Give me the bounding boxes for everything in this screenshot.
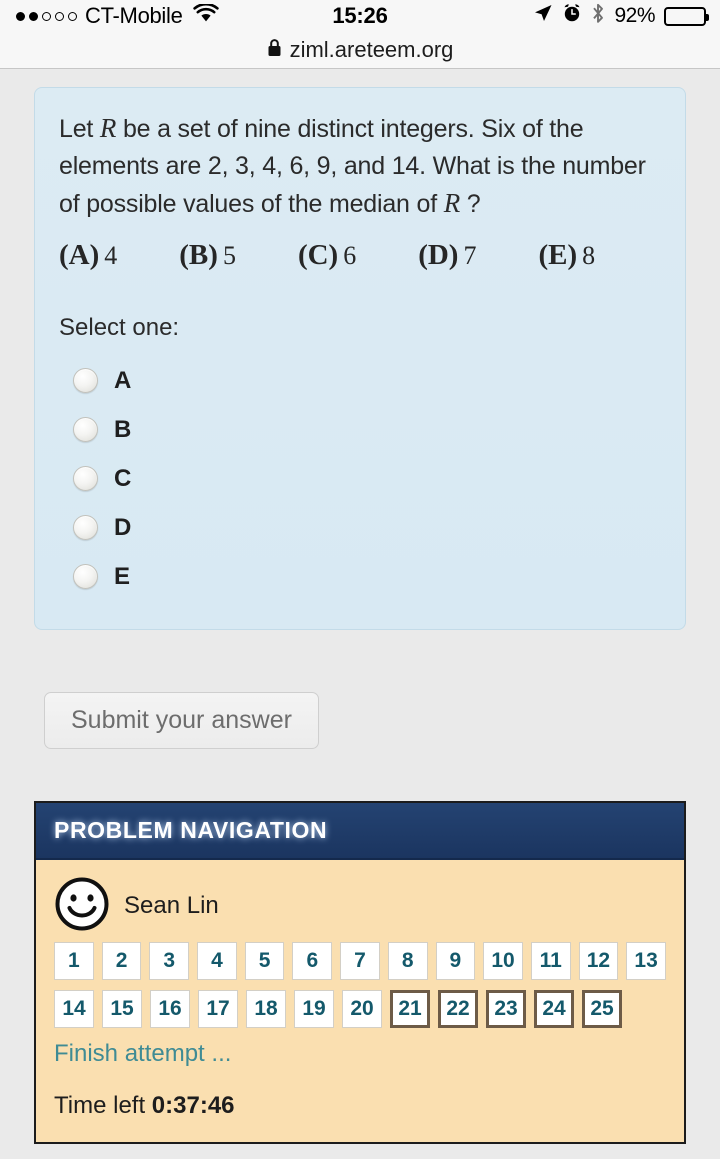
option-label-b: B	[114, 415, 132, 443]
radio-button-d[interactable]	[73, 515, 98, 540]
question-number-button[interactable]: 4	[197, 942, 237, 980]
math-variable-r-1: R	[99, 113, 117, 143]
user-row: Sean Lin	[54, 876, 666, 936]
option-row-b[interactable]: B	[59, 405, 661, 454]
option-row-c[interactable]: C	[59, 454, 661, 503]
radio-button-b[interactable]	[73, 417, 98, 442]
question-number-button[interactable]: 5	[244, 942, 285, 980]
battery-icon	[664, 6, 709, 26]
question-number-button[interactable]: 23	[486, 990, 526, 1028]
answer-choice-d-label: (D)	[418, 239, 459, 271]
answer-choice-e-label: (E)	[538, 239, 578, 271]
answer-choice-a-label: (A)	[59, 239, 100, 271]
url-text: ziml.areteem.org	[289, 37, 454, 62]
browser-url-bar[interactable]: ziml.areteem.org	[0, 32, 720, 69]
question-number-button[interactable]: 8	[387, 942, 428, 980]
time-left-value: 0:37:46	[151, 1092, 235, 1119]
ios-status-bar: CT-Mobile 15:26 92%	[0, 0, 720, 32]
question-text-part2: be a set of nine distinct integers. Six …	[59, 115, 646, 218]
answer-choice-c-label: (C)	[297, 239, 339, 271]
location-arrow-icon	[533, 3, 553, 29]
select-one-prompt: Select one:	[59, 314, 180, 341]
answer-choice-c: (C) 6	[298, 239, 356, 272]
question-number-button[interactable]: 13	[626, 942, 666, 980]
answer-choice-b: (B) 5	[179, 239, 236, 272]
user-name-label: Sean Lin	[124, 892, 219, 919]
smiley-face-avatar-icon	[54, 876, 110, 937]
question-number-button[interactable]: 3	[149, 942, 190, 980]
answer-choice-d: (D) 7	[418, 239, 476, 272]
option-label-e: E	[114, 562, 131, 590]
question-text-part1: Let	[59, 115, 100, 143]
question-number-button[interactable]: 17	[198, 990, 238, 1028]
question-number-button[interactable]: 14	[54, 990, 94, 1028]
option-row-d[interactable]: D	[59, 503, 661, 552]
answer-choice-c-value: 6	[343, 241, 357, 270]
battery-percent-label: 92%	[614, 4, 655, 27]
question-number-row-1: 1 2 3 4 5 6 7 8 9 10 11 12 13	[54, 942, 666, 980]
question-number-button[interactable]: 7	[340, 942, 380, 980]
submit-area: Submit your answer	[44, 692, 720, 749]
question-number-button[interactable]: 9	[435, 942, 476, 980]
question-number-button[interactable]: 10	[483, 942, 523, 980]
page-content: Let R be a set of nine distinct integers…	[0, 69, 720, 1144]
question-number-button[interactable]: 11	[530, 942, 571, 980]
question-number-button[interactable]: 25	[582, 990, 622, 1028]
option-label-c: C	[114, 464, 132, 492]
finish-attempt-link[interactable]: Finish attempt ...	[54, 1040, 666, 1068]
radio-button-c[interactable]	[73, 466, 98, 491]
status-bar-right: 92%	[533, 3, 709, 30]
question-number-button[interactable]: 1	[54, 942, 94, 980]
option-label-d: D	[114, 513, 132, 541]
question-number-button[interactable]: 21	[390, 990, 430, 1028]
option-row-a[interactable]: A	[59, 356, 661, 405]
answer-choice-b-label: (B)	[179, 239, 218, 271]
question-number-button[interactable]: 18	[246, 990, 286, 1028]
lock-icon	[267, 37, 282, 63]
question-number-button[interactable]: 15	[102, 990, 142, 1028]
question-number-button[interactable]: 22	[438, 990, 478, 1028]
question-text-part3: ?	[460, 190, 481, 218]
bluetooth-icon	[591, 3, 605, 30]
question-number-button[interactable]: 2	[101, 942, 142, 980]
question-text: Let R be a set of nine distinct integers…	[59, 110, 661, 223]
question-number-grid: 1 2 3 4 5 6 7 8 9 10 11 12 13 14 15 16 17 18 19 20 21 22 23 24…	[54, 942, 666, 1028]
option-label-a: A	[114, 366, 132, 394]
question-number-button[interactable]: 24	[534, 990, 574, 1028]
radio-button-e[interactable]	[73, 564, 98, 589]
time-left-label: Time left	[54, 1092, 152, 1119]
alarm-clock-icon	[562, 3, 582, 29]
answer-options-list: A B C D E	[59, 356, 661, 601]
problem-navigation-panel: PROBLEM NAVIGATION Sean Lin 1 2 3 4 5 6 7 8 9 10 1…	[34, 801, 686, 1144]
question-number-button[interactable]: 19	[294, 990, 334, 1028]
answer-choice-a: (A) 4	[59, 239, 117, 272]
answer-choices-row: (A) 4 (B) 5 (C) 6 (D) 7 (E) 8	[59, 239, 661, 272]
math-variable-r-2: R	[443, 188, 461, 218]
option-row-e[interactable]: E	[59, 552, 661, 601]
question-number-button[interactable]: 16	[150, 990, 190, 1028]
answer-choice-e-value: 8	[582, 241, 596, 270]
submit-answer-button[interactable]: Submit your answer	[44, 692, 319, 749]
time-left-row: Time left 0:37:46	[54, 1092, 666, 1120]
answer-choice-d-value: 7	[463, 241, 477, 270]
question-number-button[interactable]: 12	[578, 942, 619, 980]
question-number-button[interactable]: 6	[292, 942, 333, 980]
answer-choice-b-value: 5	[222, 241, 236, 270]
answer-choice-a-value: 4	[104, 241, 118, 270]
problem-navigation-body: Sean Lin 1 2 3 4 5 6 7 8 9 10 11 12 13 14 15 16 17 18 19 2…	[36, 860, 684, 1142]
question-number-button[interactable]: 20	[342, 990, 382, 1028]
radio-button-a[interactable]	[73, 368, 98, 393]
question-panel: Let R be a set of nine distinct integers…	[34, 87, 686, 630]
question-number-row-2: 14 15 16 17 18 19 20 21 22 23 24 25	[54, 990, 666, 1028]
problem-navigation-header: PROBLEM NAVIGATION	[36, 803, 684, 860]
answer-choice-e: (E) 8	[538, 239, 595, 272]
